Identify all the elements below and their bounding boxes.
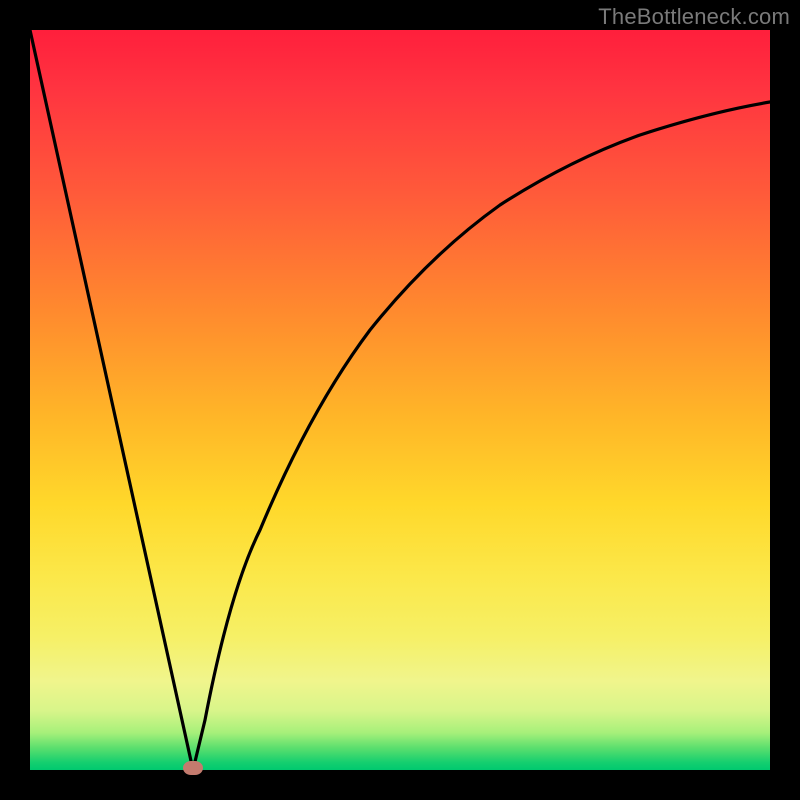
chart-frame: TheBottleneck.com: [0, 0, 800, 800]
plot-area: [30, 30, 770, 770]
curve-right-branch: [193, 102, 770, 770]
optimal-point-marker: [183, 761, 203, 775]
bottleneck-curve: [30, 30, 770, 770]
watermark-text: TheBottleneck.com: [598, 4, 790, 30]
curve-left-branch: [30, 30, 193, 770]
